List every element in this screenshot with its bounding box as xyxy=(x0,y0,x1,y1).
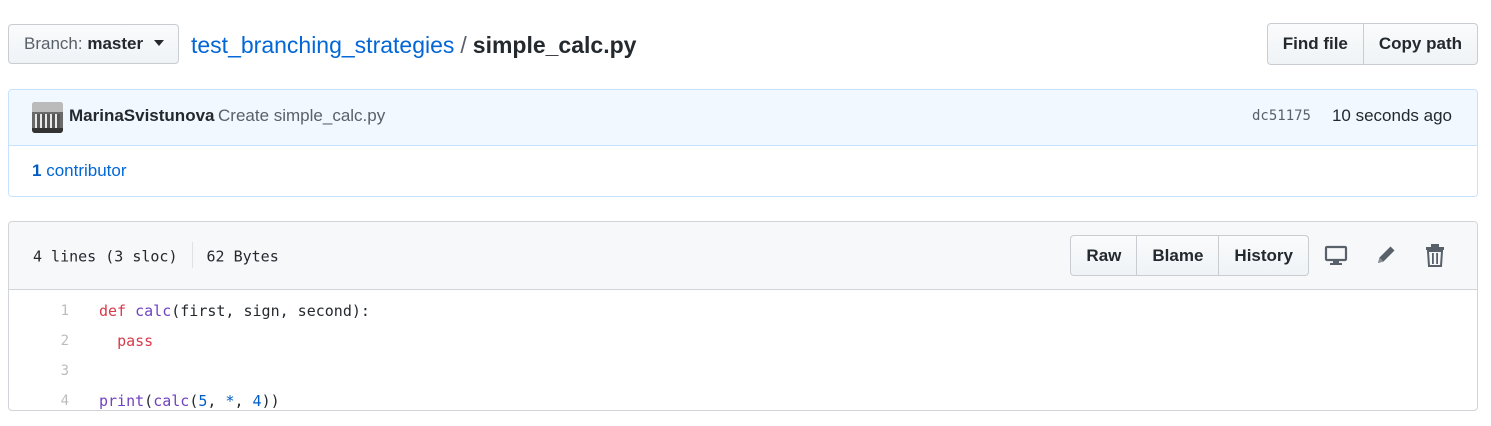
file-info: 4 lines (3 sloc) 62 Bytes xyxy=(33,242,279,270)
branch-prefix: Branch: xyxy=(24,34,83,53)
blame-button[interactable]: Blame xyxy=(1137,235,1220,276)
line-number[interactable]: 4 xyxy=(9,386,69,410)
line-number[interactable]: 1 xyxy=(9,296,69,326)
commit-header: MarinaSvistunova Create simple_calc.py d… xyxy=(9,90,1477,146)
line-number[interactable]: 2 xyxy=(9,326,69,356)
commit-message-link[interactable]: Create simple_calc.py xyxy=(218,106,385,126)
contributors-link[interactable]: 1 contributor xyxy=(32,161,127,181)
line-content: def calc(first, sign, second): xyxy=(99,302,370,320)
breadcrumb-separator: / xyxy=(460,32,467,58)
file-header: 4 lines (3 sloc) 62 Bytes Raw Blame Histo… xyxy=(9,222,1477,290)
file-size: 62 Bytes xyxy=(206,247,279,266)
file-actions-group: Raw Blame History xyxy=(1070,235,1309,276)
file-lines-info: 4 lines (3 sloc) xyxy=(33,247,178,266)
breadcrumb-file-name: simple_calc.py xyxy=(472,32,637,58)
find-file-button[interactable]: Find file xyxy=(1266,23,1364,65)
code-line: 1 def calc(first, sign, second): xyxy=(9,296,1477,326)
code-line: 3 xyxy=(9,356,1477,386)
commit-author-link[interactable]: MarinaSvistunova xyxy=(69,106,215,126)
line-content: print(calc(5, *, 4)) xyxy=(99,392,280,410)
contributors-row: 1 contributor xyxy=(9,146,1477,196)
line-number[interactable]: 3 xyxy=(9,356,69,386)
path-button-group: Find file Copy path xyxy=(1266,23,1478,65)
code-body: 1 def calc(first, sign, second): 2 pass … xyxy=(9,290,1477,410)
commit-time: 10 seconds ago xyxy=(1331,106,1452,125)
code-line: 2 pass xyxy=(9,326,1477,356)
avatar[interactable] xyxy=(32,102,63,133)
file-navigation: Branch: master test_branching_strategies… xyxy=(8,23,1478,65)
branch-name: master xyxy=(87,34,144,53)
pencil-icon[interactable] xyxy=(1372,241,1400,269)
raw-button[interactable]: Raw xyxy=(1070,235,1138,276)
caret-down-icon xyxy=(153,39,164,46)
desktop-icon[interactable] xyxy=(1322,241,1350,269)
trash-icon[interactable] xyxy=(1421,241,1449,269)
history-button[interactable]: History xyxy=(1219,235,1309,276)
line-content: pass xyxy=(117,332,154,350)
code-line: 4 print(calc(5, *, 4)) xyxy=(9,386,1477,410)
contributors-count: 1 xyxy=(32,161,42,180)
branch-select-button[interactable]: Branch: master xyxy=(8,24,179,64)
copy-path-button[interactable]: Copy path xyxy=(1363,23,1478,65)
file-viewer: 4 lines (3 sloc) 62 Bytes Raw Blame Histo… xyxy=(8,221,1478,411)
commit-tease: MarinaSvistunova Create simple_calc.py d… xyxy=(8,89,1478,197)
contributors-label: contributor xyxy=(46,161,127,180)
file-info-divider xyxy=(191,242,193,268)
commit-sha-link[interactable]: dc51175 xyxy=(1252,108,1311,124)
breadcrumb: test_branching_strategies / simple_calc.py xyxy=(191,30,636,60)
breadcrumb-repo-link[interactable]: test_branching_strategies xyxy=(191,32,454,58)
